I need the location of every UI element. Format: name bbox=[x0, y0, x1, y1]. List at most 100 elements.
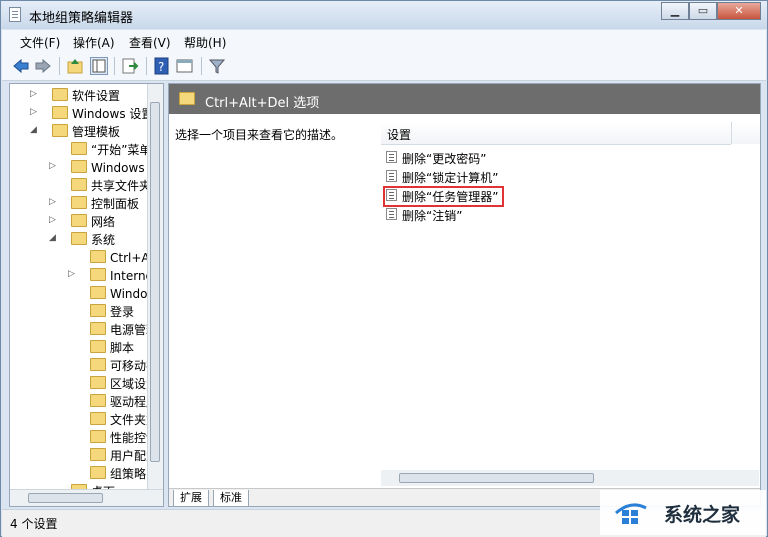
tree-item[interactable]: ▷ 软件设置 bbox=[10, 86, 150, 104]
tree-item-label: 脚本 bbox=[110, 341, 135, 355]
back-arrow-icon[interactable] bbox=[12, 57, 30, 75]
folder-icon bbox=[90, 466, 106, 479]
close-button[interactable]: ✕ bbox=[717, 2, 761, 20]
description-text: 选择一个项目来查看它的描述。 bbox=[175, 128, 344, 142]
tree-item[interactable]: 登录 bbox=[10, 302, 150, 320]
column-header-setting[interactable]: 设置 bbox=[381, 122, 731, 145]
tree-item[interactable]: Windows 文件保护 bbox=[10, 284, 163, 302]
expand-arrow-icon[interactable]: ▷ bbox=[68, 269, 75, 279]
minimize-button[interactable]: ▁ bbox=[661, 2, 689, 20]
tree-item[interactable]: 电源管理 bbox=[10, 320, 158, 338]
tree-item[interactable]: 文件夹重定向 bbox=[10, 410, 163, 428]
help-icon[interactable]: ? bbox=[153, 57, 171, 75]
folder-icon bbox=[52, 124, 68, 137]
menu-help[interactable]: 帮助(H) bbox=[184, 34, 226, 51]
highlight-box bbox=[383, 186, 504, 207]
export-list-icon[interactable] bbox=[121, 57, 139, 75]
properties-icon[interactable] bbox=[176, 57, 194, 75]
app-icon bbox=[9, 7, 21, 22]
details-horizontal-scrollbar[interactable] bbox=[381, 470, 759, 486]
menu-file[interactable]: 文件(F) bbox=[20, 34, 60, 51]
tree-item[interactable]: 驱动程序安装 bbox=[10, 392, 163, 410]
tree-item[interactable]: 可移动存储访问 bbox=[10, 356, 163, 374]
folder-icon bbox=[90, 286, 106, 299]
window-title: 本地组策略编辑器 bbox=[29, 11, 134, 26]
tree-item-label: 组策略 bbox=[110, 467, 147, 481]
settings-list: 设置 删除“更改密码” 删除“锁定计算机” 删除“任务管理器” 删除“注销” bbox=[381, 122, 760, 492]
folder-icon bbox=[52, 106, 68, 119]
policy-item[interactable]: 删除“更改密码” bbox=[385, 148, 685, 166]
tree-item[interactable]: 性能控制面板 bbox=[10, 428, 163, 446]
policy-icon bbox=[386, 170, 397, 182]
tree-item-label: 共享文件夹 bbox=[91, 179, 152, 193]
folder-icon bbox=[71, 196, 87, 209]
folder-icon bbox=[179, 92, 195, 105]
tree-item[interactable]: 区域设置服务 bbox=[10, 374, 163, 392]
tab-extended[interactable]: 扩展 bbox=[173, 490, 209, 506]
tree-item-label: 登录 bbox=[110, 305, 135, 319]
expand-arrow-icon[interactable]: ▷ bbox=[49, 197, 56, 207]
folder-icon bbox=[90, 430, 106, 443]
expand-arrow-icon[interactable]: ▷ bbox=[49, 215, 56, 225]
tree-pane: ▷ 软件设置 ▷ Windows 设置 ◢ 管理模板 “开始”菜单▷Windows 组件共享… bbox=[9, 83, 164, 507]
svg-text:?: ? bbox=[158, 60, 164, 74]
folder-icon bbox=[71, 178, 87, 191]
gpedit-window: 本地组策略编辑器 ▁ ▭ ✕ 文件(F) 操作(A) 查看(V) 帮助(H) ?… bbox=[0, 0, 768, 537]
folder-icon bbox=[90, 394, 106, 407]
folder-icon bbox=[71, 214, 87, 227]
tree-item[interactable]: ▷ Windows 设置 bbox=[10, 104, 153, 122]
show-hide-tree-icon[interactable] bbox=[90, 57, 108, 75]
policy-item[interactable]: 删除“锁定计算机” bbox=[385, 167, 685, 185]
menu-bar: 文件(F) 操作(A) 查看(V) 帮助(H) bbox=[2, 30, 766, 52]
tree-item-label: 控制面板 bbox=[91, 197, 140, 211]
details-header: Ctrl+Alt+Del 选项 bbox=[169, 84, 760, 114]
maximize-button[interactable]: ▭ bbox=[689, 2, 717, 20]
folder-icon bbox=[90, 304, 106, 317]
folder-icon bbox=[90, 340, 106, 353]
tree-item[interactable]: ▷ 网络 bbox=[10, 212, 150, 230]
menu-action[interactable]: 操作(A) bbox=[73, 34, 115, 51]
expand-arrow-icon[interactable]: ▷ bbox=[30, 89, 37, 99]
folder-icon bbox=[90, 412, 106, 425]
folder-icon bbox=[90, 268, 106, 281]
toolbar: ? bbox=[2, 52, 766, 81]
menu-view[interactable]: 查看(V) bbox=[129, 34, 171, 51]
tree-item[interactable]: ▷Internet 通信管理 bbox=[10, 266, 163, 284]
tab-standard[interactable]: 标准 bbox=[213, 490, 249, 506]
tree-vertical-scrollbar[interactable] bbox=[147, 84, 163, 490]
folder-icon bbox=[90, 448, 106, 461]
title-bar: 本地组策略编辑器 ▁ ▭ ✕ bbox=[1, 1, 767, 29]
tree-item[interactable]: Ctrl+Alt+Del 选项 bbox=[10, 248, 163, 266]
filter-icon[interactable] bbox=[208, 57, 226, 75]
folder-icon bbox=[90, 322, 106, 335]
folder-icon bbox=[71, 232, 87, 245]
tree-item[interactable]: 用户配置文件 bbox=[10, 446, 163, 464]
tree-item[interactable]: 脚本 bbox=[10, 338, 150, 356]
tree-item-label: 软件设置 bbox=[72, 89, 121, 103]
policy-item[interactable]: 删除“注销” bbox=[385, 205, 685, 223]
forward-arrow-icon[interactable] bbox=[34, 57, 52, 75]
details-header-title: Ctrl+Alt+Del 选项 bbox=[205, 96, 320, 111]
tree-item[interactable]: ◢ 管理模板 bbox=[10, 122, 150, 140]
expand-arrow-icon[interactable]: ▷ bbox=[30, 107, 37, 117]
tree-item[interactable]: “开始”菜单 bbox=[10, 140, 152, 158]
folder-icon bbox=[90, 376, 106, 389]
folder-icon bbox=[52, 88, 68, 101]
folder-icon bbox=[71, 142, 87, 155]
tree-item-label: “开始”菜单 bbox=[91, 143, 152, 157]
window-controls: ▁ ▭ ✕ bbox=[661, 2, 761, 20]
tree-item[interactable]: 组策略 bbox=[10, 464, 150, 482]
tree-item[interactable]: 共享文件夹 bbox=[10, 176, 152, 194]
collapse-arrow-icon[interactable]: ◢ bbox=[30, 125, 37, 135]
tree-horizontal-scrollbar[interactable] bbox=[10, 489, 163, 506]
collapse-arrow-icon[interactable]: ◢ bbox=[49, 233, 56, 243]
tree-item[interactable]: ◢ 系统 bbox=[10, 230, 150, 248]
policy-icon bbox=[386, 208, 397, 220]
watermark-text: 系统之家 bbox=[664, 504, 741, 526]
watermark: 系统之家 bbox=[600, 490, 766, 535]
expand-arrow-icon[interactable]: ▷ bbox=[49, 161, 56, 171]
tree-item[interactable]: ▷Windows 组件 bbox=[10, 158, 163, 176]
folder-icon bbox=[90, 250, 106, 263]
up-folder-icon[interactable] bbox=[66, 57, 84, 75]
tree-item[interactable]: ▷ 控制面板 bbox=[10, 194, 150, 212]
